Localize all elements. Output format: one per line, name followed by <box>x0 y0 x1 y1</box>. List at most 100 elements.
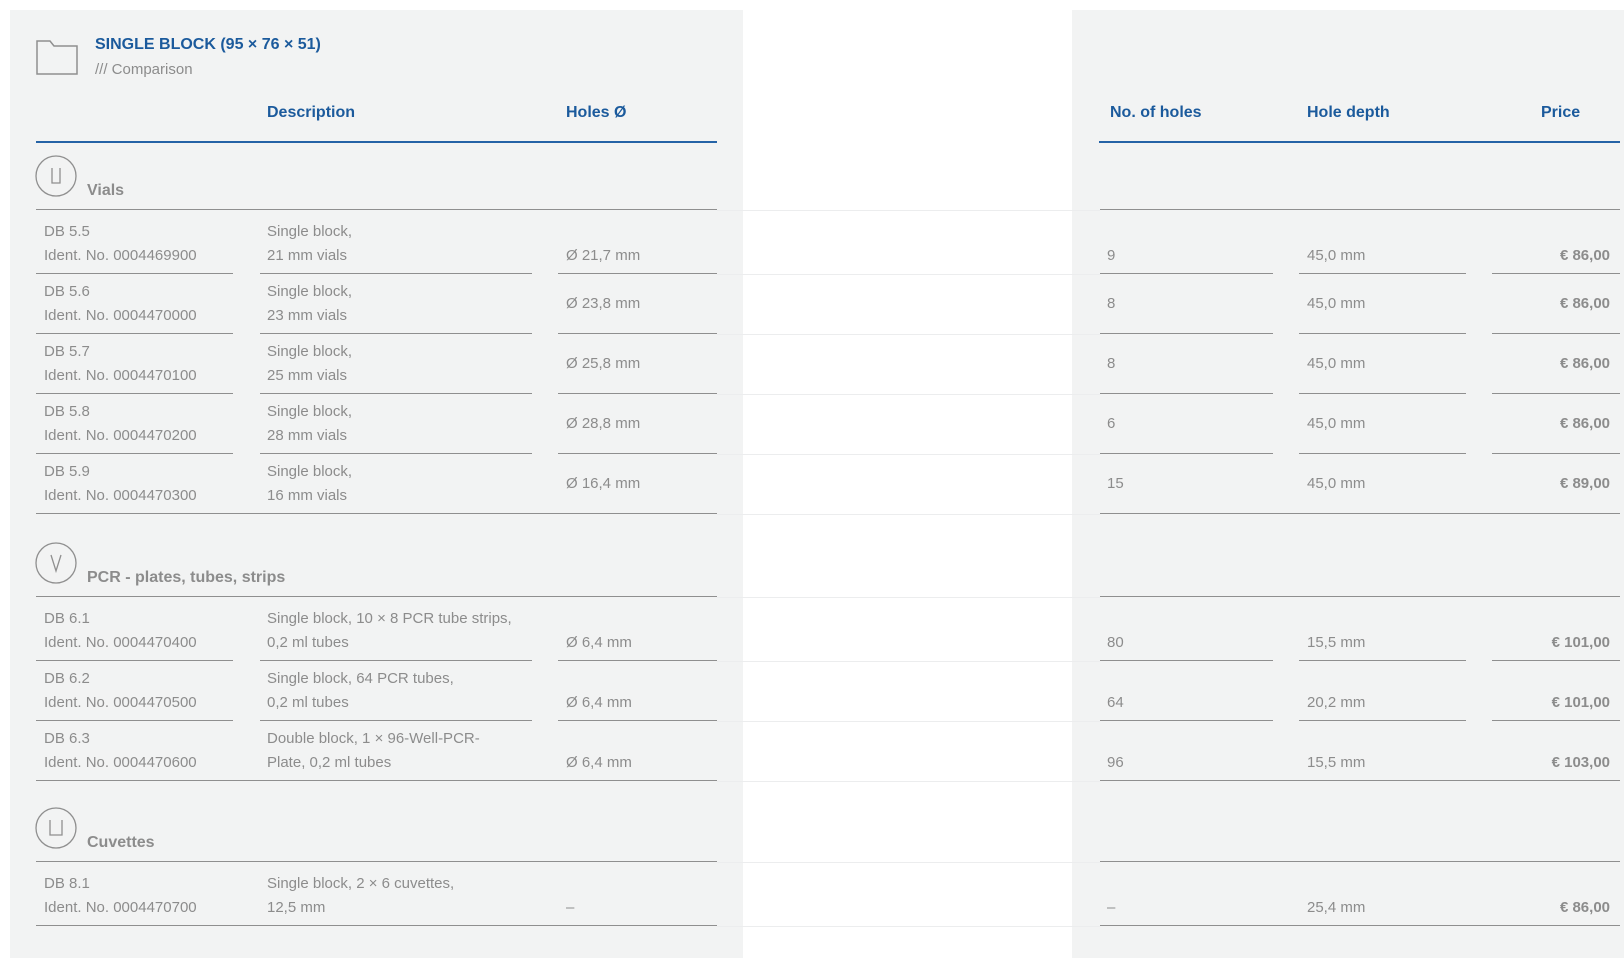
cell-underline <box>260 393 532 394</box>
hole-diameter: Ø 21,7 mm <box>566 247 641 264</box>
product-code: DB 5.6 <box>44 283 90 300</box>
section-label: Cuvettes <box>87 834 155 851</box>
ident-number: Ident. No. 0004469900 <box>44 247 197 264</box>
cell-underline <box>36 720 233 721</box>
ident-number: Ident. No. 0004470000 <box>44 307 197 324</box>
hole-diameter: Ø 6,4 mm <box>566 634 632 651</box>
hole-depth: 45,0 mm <box>1307 247 1366 264</box>
cell-underline <box>1100 333 1273 334</box>
cell-underline <box>36 393 233 394</box>
row-guide-line <box>717 334 1100 335</box>
product-code: DB 5.9 <box>44 463 90 480</box>
cell-underline <box>260 333 532 334</box>
description-line-2: 23 mm vials <box>267 307 348 324</box>
cell-underline <box>36 273 233 274</box>
ident-number: Ident. No. 0004470100 <box>44 367 197 384</box>
row-guide-line <box>717 394 1100 395</box>
number-of-holes: – <box>1107 899 1116 916</box>
column-header-hole-depth: Hole depth <box>1307 104 1390 121</box>
row-guide-line <box>717 781 1100 782</box>
page-title: SINGLE BLOCK (95 × 76 × 51) <box>95 36 321 53</box>
number-of-holes: 9 <box>1107 247 1116 264</box>
cuvette-icon <box>35 807 77 849</box>
cell-underline <box>558 453 717 454</box>
description-line-1: Single block, 10 × 8 PCR tube strips, <box>267 610 512 627</box>
description-line-2: 0,2 ml tubes <box>267 634 349 651</box>
row-guide-line <box>717 274 1100 275</box>
price: € 86,00 <box>1559 355 1610 372</box>
ident-number: Ident. No. 0004470600 <box>44 754 197 771</box>
row-divider <box>36 513 717 514</box>
hole-diameter: Ø 25,8 mm <box>566 355 641 372</box>
cell-underline <box>1299 273 1466 274</box>
hole-diameter: – <box>566 899 575 916</box>
description-line-1: Double block, 1 × 96-Well-PCR- <box>267 730 480 747</box>
column-header-holes-diameter: Holes Ø <box>566 104 627 121</box>
cell-underline <box>1299 453 1466 454</box>
pcr-tube-icon <box>35 542 77 584</box>
price: € 103,00 <box>1551 754 1610 771</box>
row-divider <box>1100 925 1620 926</box>
price: € 86,00 <box>1559 295 1610 312</box>
number-of-holes: 96 <box>1107 754 1124 771</box>
ident-number: Ident. No. 0004470200 <box>44 427 197 444</box>
cell-underline <box>36 333 233 334</box>
cell-underline <box>558 720 717 721</box>
cell-underline <box>260 273 532 274</box>
description-line-1: Single block, 64 PCR tubes, <box>267 670 454 687</box>
row-guide-line <box>717 514 1100 515</box>
vial-icon <box>35 155 77 197</box>
price: € 101,00 <box>1551 634 1610 651</box>
ident-number: Ident. No. 0004470400 <box>44 634 197 651</box>
product-code: DB 8.1 <box>44 875 90 892</box>
description-line-1: Single block, 2 × 6 cuvettes, <box>267 875 455 892</box>
product-code: DB 5.5 <box>44 223 90 240</box>
cell-underline <box>558 660 717 661</box>
cell-underline <box>1100 273 1273 274</box>
cell-underline <box>1492 453 1620 454</box>
column-header-no-of-holes: No. of holes <box>1110 104 1202 121</box>
description-line-2: Plate, 0,2 ml tubes <box>267 754 392 771</box>
cell-underline <box>558 393 717 394</box>
price: € 89,00 <box>1559 475 1610 492</box>
section-divider <box>36 861 717 862</box>
row-guide-line <box>717 661 1100 662</box>
section-divider <box>1100 861 1620 862</box>
number-of-holes: 64 <box>1107 694 1124 711</box>
description-line-2: 21 mm vials <box>267 247 348 264</box>
cell-underline <box>1492 720 1620 721</box>
description-line-1: Single block, <box>267 463 353 480</box>
hole-depth: 20,2 mm <box>1307 694 1366 711</box>
product-code: DB 6.1 <box>44 610 90 627</box>
hole-diameter: Ø 6,4 mm <box>566 694 632 711</box>
page-subtitle: /// Comparison <box>95 61 193 78</box>
hole-depth: 15,5 mm <box>1307 754 1366 771</box>
description-line-2: 28 mm vials <box>267 427 348 444</box>
cell-underline <box>1492 393 1620 394</box>
row-guide-line <box>717 454 1100 455</box>
number-of-holes: 15 <box>1107 475 1124 492</box>
cell-underline <box>1299 660 1466 661</box>
hole-depth: 45,0 mm <box>1307 415 1366 432</box>
description-line-1: Single block, <box>267 403 353 420</box>
folder-icon <box>36 40 78 75</box>
cell-underline <box>1492 273 1620 274</box>
row-guide-line <box>717 862 1100 863</box>
section-label: Vials <box>87 182 125 199</box>
hole-diameter: Ø 23,8 mm <box>566 295 641 312</box>
cell-underline <box>1100 453 1273 454</box>
row-divider <box>36 780 717 781</box>
number-of-holes: 8 <box>1107 295 1116 312</box>
description-line-2: 25 mm vials <box>267 367 348 384</box>
price: € 86,00 <box>1559 415 1610 432</box>
cell-underline <box>36 453 233 454</box>
description-line-1: Single block, <box>267 283 353 300</box>
price: € 101,00 <box>1551 694 1610 711</box>
ident-number: Ident. No. 0004470300 <box>44 487 197 504</box>
price: € 86,00 <box>1559 899 1610 916</box>
description-line-1: Single block, <box>267 223 353 240</box>
row-guide-line <box>717 597 1100 598</box>
number-of-holes: 80 <box>1107 634 1124 651</box>
cell-underline <box>1299 333 1466 334</box>
product-code: DB 6.2 <box>44 670 90 687</box>
